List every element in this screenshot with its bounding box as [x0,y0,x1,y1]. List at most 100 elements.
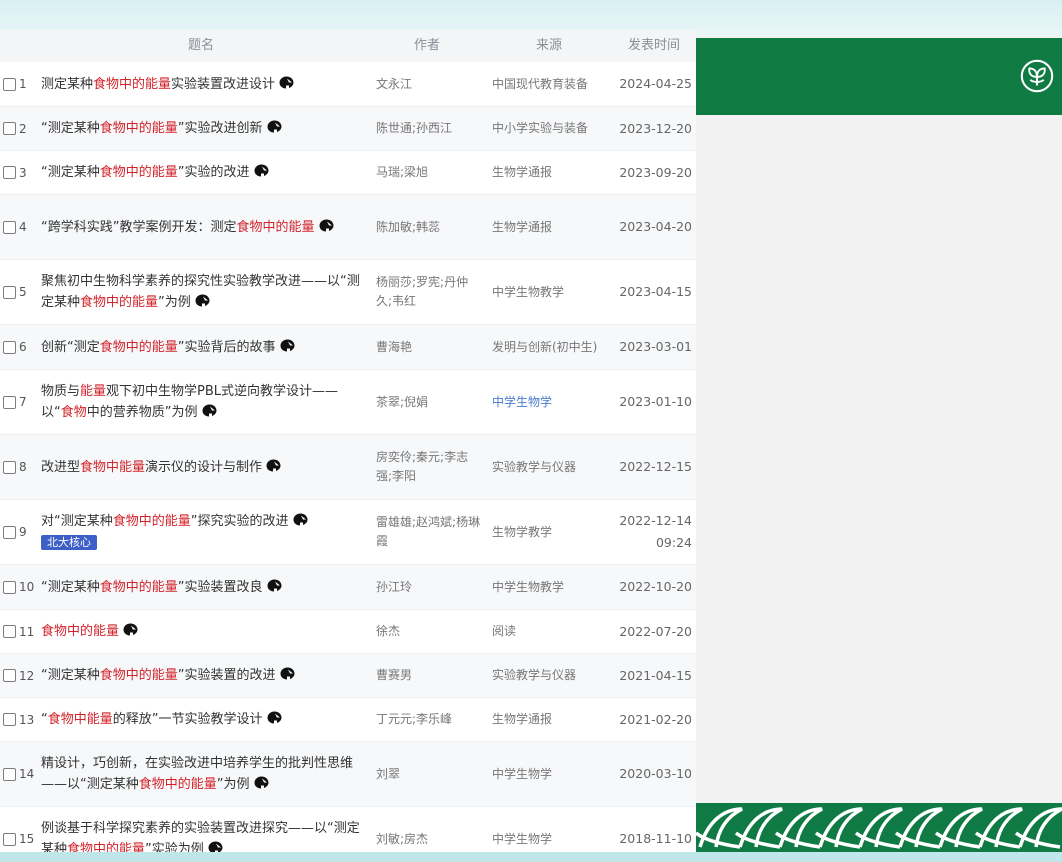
article-title-link[interactable]: 测定某种食物中的能量实验装置改进设计 [41,74,294,95]
source-link[interactable]: 发明与创新(初中生) [492,338,597,357]
row-checkbox[interactable] [3,340,16,354]
author-link[interactable]: 马瑞;梁旭 [376,163,428,182]
download-icon[interactable] [123,622,138,636]
source-link[interactable]: 中学生物教学 [492,578,564,597]
download-icon[interactable] [195,293,210,307]
article-title-link[interactable]: “测定某种食物中的能量”实验改进创新 [41,118,282,139]
author-link[interactable]: 徐杰 [376,622,400,641]
source-link[interactable]: 中国现代教育装备 [492,75,588,94]
row-author-cell: 孙江玲 [376,565,484,609]
article-title-link[interactable]: 聚焦初中生物科学素养的探究性实验教学改进——以“测定某种食物中的能量”为例 [41,271,363,313]
row-checkbox[interactable] [3,166,16,179]
author-link[interactable]: 雷雄雄;赵鸿斌;杨琳霞 [376,513,480,551]
source-link[interactable]: 生物学通报 [492,710,552,729]
source-link[interactable]: 生物学教学 [492,523,552,542]
row-checkbox[interactable] [3,285,16,299]
column-header-title[interactable]: 题名 [188,30,214,62]
title-text: “测定某种 [41,121,100,136]
author-link[interactable]: 茶翠;倪娟 [376,393,428,412]
author-link[interactable]: 文永江 [376,75,412,94]
download-icon[interactable] [279,75,294,88]
article-title-link[interactable]: “测定某种食物中的能量”实验的改进 [41,162,269,183]
author-link[interactable]: 陈世通;孙西江 [376,119,452,138]
download-icon[interactable] [267,710,282,724]
row-title-cell: 食物中的能量 [41,610,363,653]
row-checkbox[interactable] [3,395,16,409]
author-link[interactable]: 曹赛男 [376,666,412,685]
download-icon[interactable] [267,578,282,591]
download-icon[interactable] [267,119,282,133]
column-header-author[interactable]: 作者 [414,30,440,62]
author-line: 杨丽莎;罗宪;丹仲 [376,275,469,289]
row-checkbox[interactable] [3,580,16,594]
article-title-link[interactable]: 对“测定某种食物中的能量”探究实验的改进 北大核心 [41,511,308,553]
publish-date: 2020-03-10 [619,763,692,785]
date-line: 2022-12-14 [619,513,692,528]
column-header-date[interactable]: 发表时间 [628,30,680,62]
article-title-link[interactable]: 物质与能量观下初中生物学PBL式逆向教学设计——以“食物中的营养物质”为例 [41,381,363,423]
article-title-link[interactable]: “食物中能量的释放”一节实验教学设计 [41,709,282,730]
column-header-source[interactable]: 来源 [536,30,562,62]
row-checkbox[interactable] [3,122,16,135]
article-title-link[interactable]: 精设计，巧创新，在实验改进中培养学生的批判性思维——以“测定某种食物中的能量”为… [41,753,363,795]
title-highlight: 食物中的能量 [41,624,120,639]
row-checkbox[interactable] [3,77,16,91]
row-select: 11 [3,610,43,653]
title-text: ”实验背后的故事 [177,339,276,355]
download-icon[interactable] [319,218,334,231]
download-icon[interactable] [280,338,295,351]
author-line: 陈加敏;韩蕊 [376,219,441,234]
source-link[interactable]: 实验教学与仪器 [492,666,576,685]
source-link[interactable]: 生物学通报 [492,218,552,237]
author-line: 陈世通;孙西江 [376,121,453,135]
source-link[interactable]: 生物学通报 [492,163,552,182]
author-line: 马瑞;梁旭 [376,165,429,179]
row-checkbox[interactable] [3,525,16,539]
title-text: ”实验改进创新 [177,121,263,136]
row-checkbox[interactable] [3,625,16,638]
download-icon[interactable] [202,403,217,417]
row-title-cell: 对“测定某种食物中的能量”探究实验的改进 北大核心 [41,500,363,564]
author-link[interactable]: 孙江玲 [376,578,412,597]
row-checkbox[interactable] [3,669,16,682]
author-link[interactable]: 曹海艳 [376,338,412,357]
article-title-link[interactable]: 改进型食物中能量演示仪的设计与制作 [41,457,281,478]
download-icon[interactable] [266,458,281,471]
row-checkbox[interactable] [3,767,16,781]
article-title-link[interactable]: “跨学科实践”教学案例开发：测定食物中的能量 [41,217,334,238]
source-link[interactable]: 中学生物学 [492,393,552,412]
leaf-logo-icon [1020,59,1054,93]
article-title-link[interactable]: “测定某种食物中的能量”实验装置的改进 [41,665,295,686]
author-link[interactable]: 丁元元;李乐峰 [376,710,452,729]
publish-date: 2023-01-10 [619,391,692,413]
author-link[interactable]: 陈加敏;韩蕊 [376,218,440,237]
source-link[interactable]: 中学生物学 [492,765,552,784]
author-link[interactable]: 刘敏;房杰 [376,830,428,849]
source-link[interactable]: 阅读 [492,622,516,641]
download-icon[interactable] [280,666,295,680]
source-link[interactable]: 中学生物学 [492,830,552,849]
row-checkbox[interactable] [3,220,16,234]
row-checkbox[interactable] [3,460,16,474]
right-side-area [696,36,1062,852]
row-number: 9 [19,525,27,539]
author-link[interactable]: 杨丽莎;罗宪;丹仲 久;韦红 [376,273,468,311]
author-link[interactable]: 刘翠 [376,765,400,784]
article-title-link[interactable]: “测定某种食物中的能量”实验装置改良 [41,577,282,598]
source-link[interactable]: 中学生物教学 [492,283,564,302]
author-link[interactable]: 房奕伶;秦元;李志 强;李阳 [376,448,468,486]
source-link[interactable]: 实验教学与仪器 [492,458,576,477]
download-icon[interactable] [293,512,308,526]
author-line: 刘敏;房杰 [376,831,429,846]
download-icon[interactable] [254,775,269,789]
source-link[interactable]: 中小学实验与装备 [492,119,588,138]
article-title-link[interactable]: 食物中的能量 [41,621,138,642]
row-checkbox[interactable] [3,832,16,846]
article-title-link[interactable]: 例谈基于科学探究素养的实验装置改进探究——以“测定某种食物中的能量”实验为例 [41,818,363,854]
author-line: 强;李阳 [376,469,417,483]
row-checkbox[interactable] [3,713,16,726]
download-icon[interactable] [254,163,269,177]
decorative-footer-pattern [696,803,1062,852]
row-number: 15 [19,832,35,846]
article-title-link[interactable]: 创新“测定食物中的能量”实验背后的故事 [41,337,295,358]
